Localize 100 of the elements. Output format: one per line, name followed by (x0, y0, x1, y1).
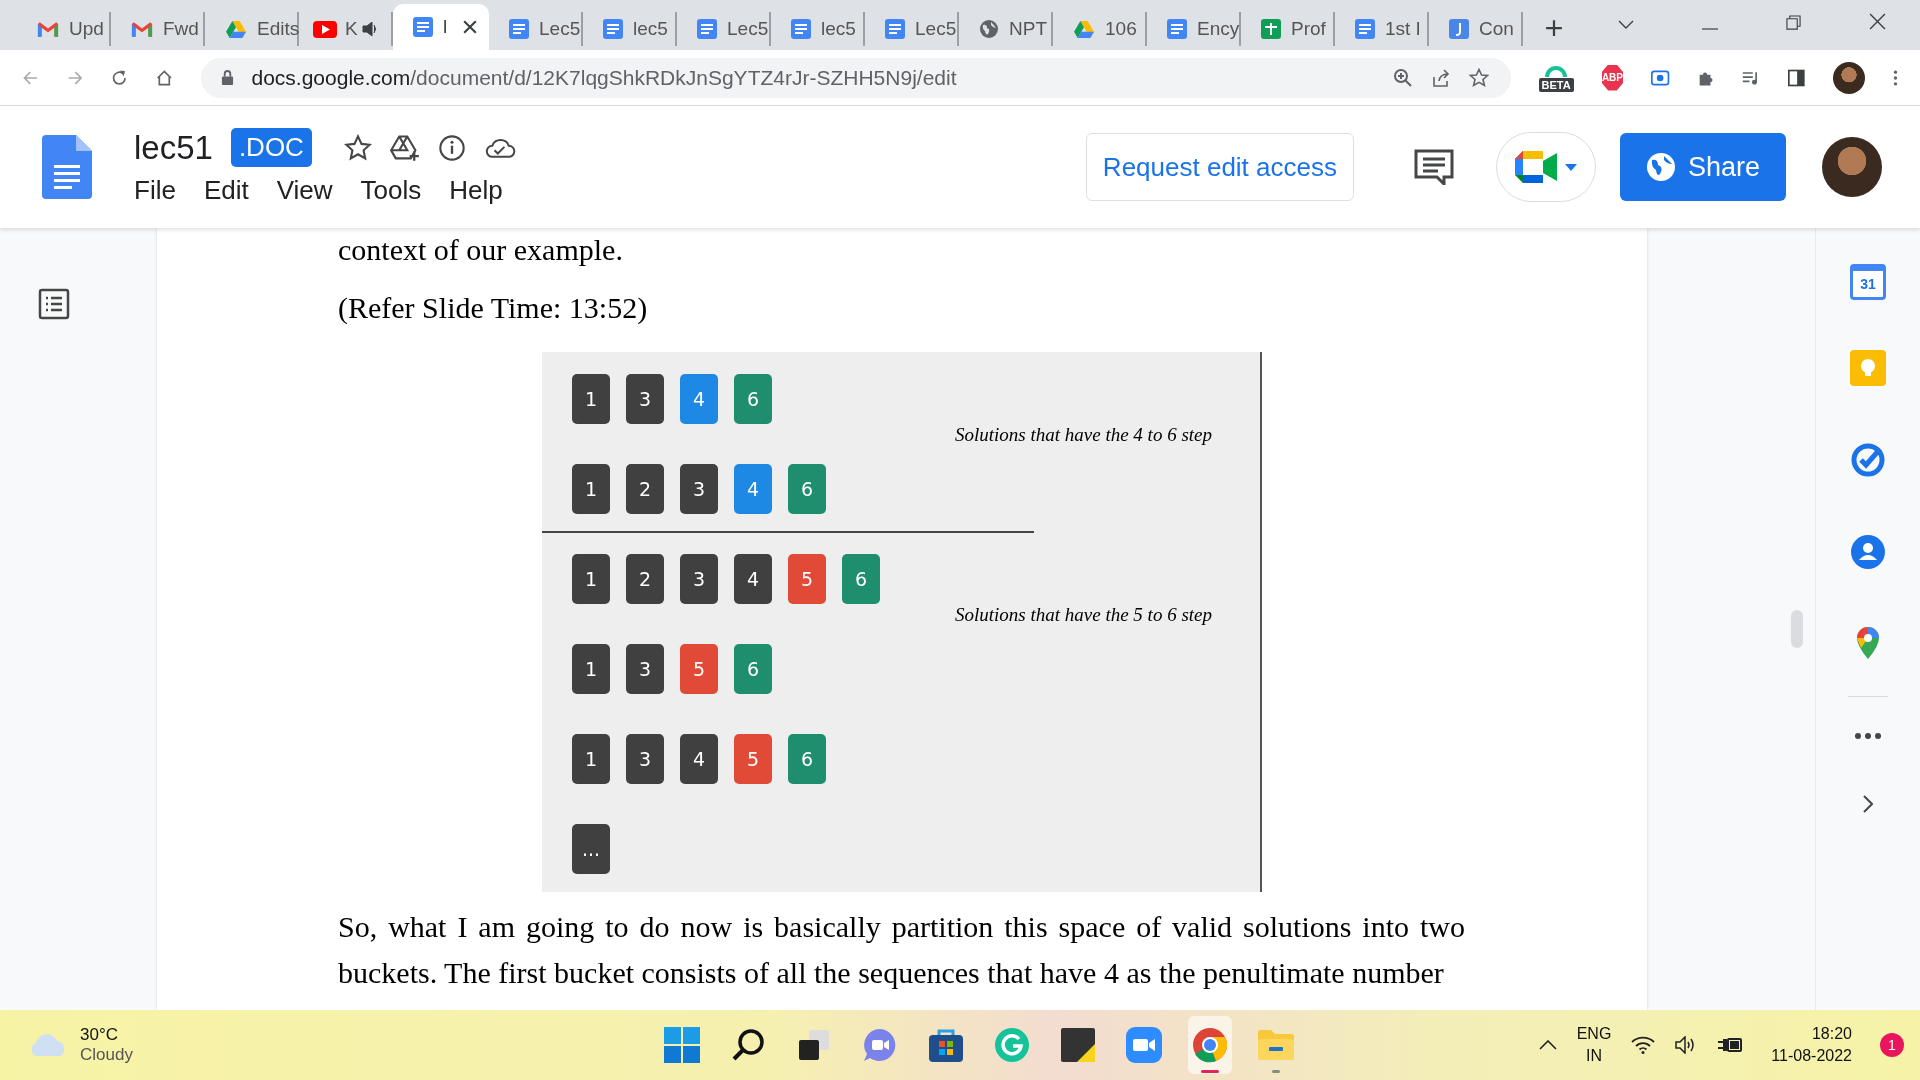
map-pin-icon[interactable] (1856, 626, 1880, 660)
video-camera-icon (1515, 151, 1559, 183)
number-tile: 6 (734, 374, 772, 424)
extension-button[interactable]: BETA (1538, 63, 1574, 92)
document-logo-icon[interactable] (42, 135, 92, 199)
browser-tab[interactable]: Upd (17, 12, 111, 46)
menu-item[interactable]: View (276, 175, 347, 206)
number-tile: 6 (734, 644, 772, 694)
windows-logo-icon (664, 1027, 700, 1063)
document-title[interactable]: lec51 (134, 128, 213, 167)
number-tile: 1 (572, 554, 610, 604)
more-icon[interactable] (1855, 733, 1881, 739)
body-text: context of our example. (338, 232, 624, 268)
tab-title: Ency (1197, 18, 1240, 40)
star-icon[interactable] (343, 133, 372, 162)
address-field[interactable]: docs.google.com/document/d/12K7lqgShkRDkJnSgYTZ4rJr-SZHH5N9j/edit (200, 57, 1511, 98)
side-panel-icon[interactable] (1788, 67, 1806, 88)
zoom-icon[interactable] (1392, 67, 1413, 88)
record-icon[interactable] (1651, 68, 1670, 87)
browser-tab[interactable]: Fwd (111, 12, 205, 46)
chat-icon (862, 1027, 898, 1063)
clock-date[interactable]: 11-08-2022 (1771, 1047, 1852, 1065)
notification-badge[interactable]: 1 (1880, 1033, 1904, 1057)
document-icon (1355, 19, 1375, 39)
language-text[interactable]: ENG (1576, 1025, 1612, 1043)
tab-title: Lec5 (727, 18, 769, 40)
request-access-button[interactable]: Request edit access (1085, 133, 1354, 201)
document-icon (791, 19, 811, 39)
browser-tab[interactable]: Lec5 (677, 12, 771, 46)
star-icon[interactable] (1468, 67, 1489, 88)
info-icon[interactable] (437, 133, 466, 162)
chevron-down-icon[interactable] (1618, 20, 1634, 30)
scrollbar-thumb[interactable] (1791, 610, 1803, 648)
triangle-logo-icon (1073, 19, 1095, 39)
home-icon[interactable] (155, 67, 173, 88)
share-icon[interactable] (1430, 67, 1451, 88)
browser-tab[interactable]: Lec5 (865, 12, 959, 46)
battery-charging-icon[interactable] (1717, 1036, 1744, 1054)
browser-tab[interactable]: Con (1429, 12, 1523, 46)
document-icon (697, 19, 717, 39)
handwritten-note: Solutions that have the 5 to 6 step (955, 604, 1212, 626)
number-tile: 3 (680, 464, 718, 514)
browser-tab[interactable]: lec5 (771, 12, 865, 46)
globe-icon (979, 19, 999, 39)
close-icon[interactable] (463, 20, 477, 34)
chevron-right-icon[interactable] (1863, 795, 1873, 813)
browser-tab[interactable]: Prof (1241, 12, 1335, 46)
caret-icon (1565, 163, 1577, 171)
close-icon[interactable] (1869, 13, 1886, 30)
sticky-note-icon (1061, 1028, 1095, 1062)
menu-item[interactable]: File (134, 175, 190, 206)
browser-tab[interactable]: Ency (1147, 12, 1241, 46)
menu-item[interactable]: Help (449, 175, 517, 206)
menu-item[interactable]: Tools (360, 175, 436, 206)
number-tile: 3 (680, 554, 718, 604)
number-tile: 1 (572, 464, 610, 514)
number-tile: 4 (680, 374, 718, 424)
tab-title: lec5 (821, 18, 856, 40)
restore-icon[interactable] (1786, 15, 1801, 30)
adblock-button[interactable]: ABP (1601, 64, 1624, 91)
document-icon (1167, 19, 1187, 39)
chevron-up-icon[interactable] (1538, 1040, 1557, 1050)
comment-icon[interactable] (1414, 149, 1454, 185)
browser-tab[interactable]: Lec5 (489, 12, 583, 46)
number-tile: 5 (734, 734, 772, 784)
clock-time[interactable]: 18:20 (1811, 1025, 1852, 1043)
browser-tab[interactable]: l (393, 4, 489, 50)
plus-icon[interactable] (1545, 19, 1563, 37)
page-icon (1449, 19, 1469, 39)
avatar[interactable] (1822, 137, 1882, 197)
number-tile: 1 (572, 374, 610, 424)
wifi-icon[interactable] (1631, 1036, 1656, 1054)
browser-tab[interactable]: 1st I (1335, 12, 1429, 46)
sheet-icon (1261, 19, 1281, 39)
number-tile: 3 (626, 644, 664, 694)
beta-badge: BETA (1538, 77, 1574, 92)
region-text[interactable]: IN (1586, 1047, 1602, 1065)
browser-tab[interactable]: Edits (205, 12, 299, 46)
browser-tab[interactable]: 106 (1053, 12, 1147, 46)
number-tile: 3 (626, 374, 664, 424)
calendar-icon[interactable]: 31 (1850, 264, 1886, 300)
search-icon (731, 1028, 765, 1062)
number-tile: 4 (680, 734, 718, 784)
browser-tab[interactable]: lec5 (583, 12, 677, 46)
number-tile: 6 (788, 734, 826, 784)
share-button[interactable]: Share (1620, 133, 1786, 201)
cloud-icon[interactable] (483, 136, 516, 159)
document-icon (413, 17, 433, 37)
document-icon (603, 19, 623, 39)
contact-icon[interactable] (1850, 534, 1886, 570)
document-icon (509, 19, 529, 39)
drive-add-icon[interactable] (389, 133, 420, 162)
avatar[interactable] (1833, 61, 1866, 94)
browser-tab[interactable]: NPT (959, 12, 1053, 46)
outline-icon[interactable] (38, 288, 70, 320)
menu-item[interactable]: Edit (203, 175, 263, 206)
number-tile: 6 (788, 464, 826, 514)
mail-icon (131, 20, 153, 38)
number-tile: 1 (572, 644, 610, 694)
task-check-icon[interactable] (1850, 442, 1886, 478)
